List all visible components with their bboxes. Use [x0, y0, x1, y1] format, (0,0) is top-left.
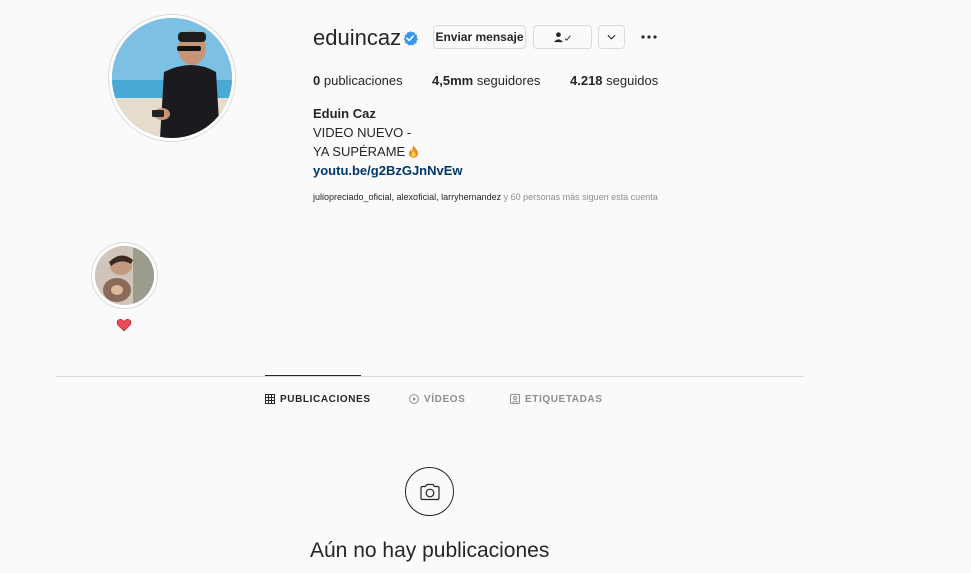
- tab-posts[interactable]: PUBLICACIONES: [265, 392, 371, 406]
- play-icon: [409, 394, 419, 404]
- tab-tagged[interactable]: ETIQUETADAS: [510, 392, 603, 406]
- bio-line: YA SUPÉRAME: [313, 144, 419, 160]
- stat-following[interactable]: 4.218 seguidos: [570, 73, 658, 89]
- send-message-button[interactable]: Enviar mensaje: [433, 25, 526, 49]
- empty-state-text: Aún no hay publicaciones: [310, 539, 550, 562]
- active-tab-indicator: [265, 375, 361, 376]
- story-highlight[interactable]: [95, 246, 154, 305]
- more-options-icon: [641, 35, 657, 39]
- more-options-button[interactable]: [640, 28, 658, 46]
- tab-label: VÍDEOS: [424, 393, 466, 405]
- heart-icon: [116, 318, 132, 332]
- following-button[interactable]: [533, 25, 592, 49]
- suggested-accounts-dropdown[interactable]: [598, 25, 625, 49]
- camera-icon: [419, 483, 440, 500]
- fire-icon: [408, 145, 419, 158]
- bio-line-text: YA SUPÉRAME: [313, 144, 406, 159]
- following-label: seguidos: [606, 73, 659, 88]
- person-check-icon: [553, 31, 571, 42]
- tag-icon: [510, 394, 520, 404]
- followed-by-names: juliopreciado_oficial, alexoficial, larr…: [313, 192, 502, 202]
- followers-count: 4,5mm: [432, 73, 474, 88]
- following-count: 4.218: [570, 73, 603, 88]
- story-highlight-photo: [95, 246, 154, 305]
- verified-badge-icon: [402, 30, 418, 46]
- grid-icon: [265, 394, 275, 404]
- empty-state-camera: [405, 467, 454, 516]
- profile-avatar[interactable]: [112, 18, 232, 138]
- tab-label: PUBLICACIONES: [280, 393, 371, 405]
- bio-link[interactable]: youtu.be/g2BzGJnNvEw: [313, 163, 463, 179]
- avatar-photo: [112, 18, 232, 138]
- posts-count: 0: [313, 73, 321, 88]
- bio-full-name: Eduin Caz: [313, 106, 376, 121]
- bio-line: VIDEO NUEVO -: [313, 125, 412, 140]
- tab-videos[interactable]: VÍDEOS: [409, 392, 465, 406]
- chevron-down-icon: [607, 34, 616, 40]
- profile-username: eduincaz: [313, 25, 402, 50]
- followers-label: seguidores: [476, 73, 541, 88]
- tabs-divider: [56, 376, 804, 377]
- followed-by-text[interactable]: juliopreciado_oficial, alexoficial, larr…: [313, 191, 658, 203]
- tab-label: ETIQUETADAS: [525, 393, 603, 405]
- stat-posts: 0 publicaciones: [313, 73, 403, 89]
- followed-by-suffix: y 60 personas más siguen esta cuenta: [501, 192, 658, 202]
- stat-followers[interactable]: 4,5mm seguidores: [432, 73, 540, 89]
- posts-label: publicaciones: [323, 73, 403, 88]
